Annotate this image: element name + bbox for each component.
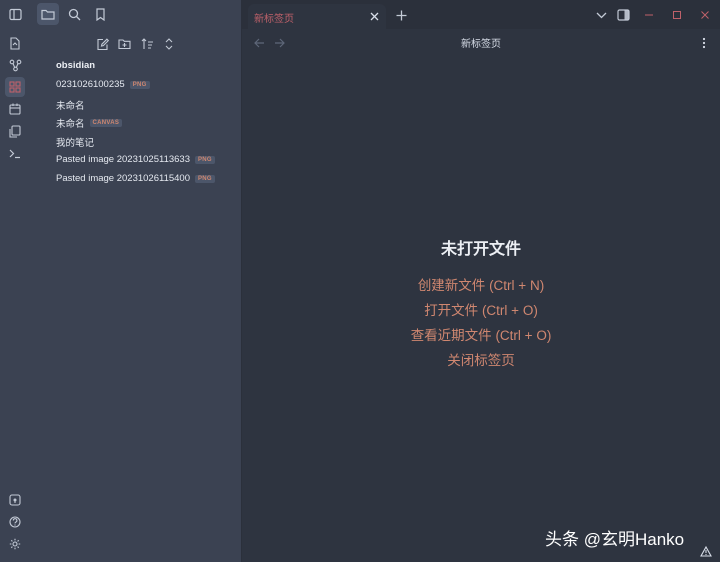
file-explorer: obsidian 0231026100235 PNG 未命名 未命名 CANVA… (30, 29, 242, 562)
new-note-icon[interactable] (93, 35, 111, 53)
templates-icon[interactable] (5, 121, 25, 141)
file-name: 未命名 (56, 119, 85, 130)
ribbon (0, 29, 31, 562)
file-name: Pasted image 20231026115400 (56, 173, 190, 184)
file-item[interactable]: 未命名 CANVAS (56, 116, 123, 130)
sidebar-header (0, 0, 241, 29)
recent-files-link[interactable]: 查看近期文件 (Ctrl + O) (242, 324, 720, 344)
file-item[interactable]: 未命名 (56, 98, 85, 112)
file-item[interactable]: Pasted image 20231025113633 PNG (56, 154, 215, 165)
canvas-icon[interactable] (5, 77, 25, 97)
bookmark-icon[interactable] (89, 3, 111, 25)
minimize-icon[interactable] (640, 6, 658, 24)
close-icon[interactable] (366, 8, 382, 24)
file-ext-badge: PNG (195, 174, 215, 183)
terminal-icon[interactable] (5, 143, 25, 163)
toggle-right-sidebar-icon[interactable] (614, 6, 632, 24)
file-ext-badge: PNG (129, 80, 150, 89)
view-title: 新标签页 (461, 39, 501, 50)
title-bar: 新标签页 (0, 0, 720, 29)
new-tab-icon[interactable] (392, 6, 410, 24)
file-item[interactable]: Pasted image 20231026115400 PNG (56, 173, 215, 184)
tab-label: 新标签页 (254, 14, 294, 25)
new-folder-icon[interactable] (115, 35, 133, 53)
expand-collapse-icon[interactable] (160, 35, 178, 53)
settings-gear-icon[interactable] (5, 534, 25, 554)
open-quick-switcher-icon[interactable] (5, 33, 25, 53)
file-name: 未命名 (56, 101, 85, 112)
file-item[interactable]: 我的笔记 (56, 135, 94, 149)
file-item[interactable]: 0231026100235 PNG (56, 79, 150, 90)
vault-switcher-icon[interactable] (5, 490, 25, 510)
file-explorer-icon[interactable] (37, 3, 59, 25)
close-tab-link[interactable]: 关闭标签页 (242, 349, 720, 369)
file-name: 我的笔记 (56, 138, 95, 149)
main-view: 新标签页 未打开文件 创建新文件 (Ctrl + N) 打开文件 (Ctrl +… (242, 29, 720, 562)
search-icon[interactable] (63, 3, 85, 25)
tab-strip: 新标签页 (241, 0, 720, 29)
more-options-icon[interactable] (698, 35, 710, 51)
file-ext-badge: CANVAS (89, 119, 123, 127)
calendar-icon[interactable] (5, 99, 25, 119)
help-icon[interactable] (5, 512, 25, 532)
close-window-icon[interactable] (696, 6, 714, 24)
file-ext-badge: PNG (195, 155, 215, 164)
sort-icon[interactable] (138, 35, 156, 53)
file-name: Pasted image 20231025113633 (56, 154, 190, 165)
create-new-file-link[interactable]: 创建新文件 (Ctrl + N) (242, 274, 720, 294)
watermark: 头条 @玄明Hanko (545, 530, 685, 549)
empty-state-title: 未打开文件 (440, 241, 521, 258)
toggle-sidebar-icon[interactable] (4, 3, 26, 25)
open-file-link[interactable]: 打开文件 (Ctrl + O) (242, 299, 720, 319)
graph-view-icon[interactable] (5, 55, 25, 75)
chevron-down-icon[interactable] (592, 6, 610, 24)
vault-name[interactable]: obsidian (56, 60, 95, 71)
maximize-icon[interactable] (668, 6, 686, 24)
file-name: 0231026100235 (56, 79, 125, 90)
warning-icon[interactable] (698, 543, 714, 559)
tab-new-tab[interactable]: 新标签页 (248, 4, 386, 29)
